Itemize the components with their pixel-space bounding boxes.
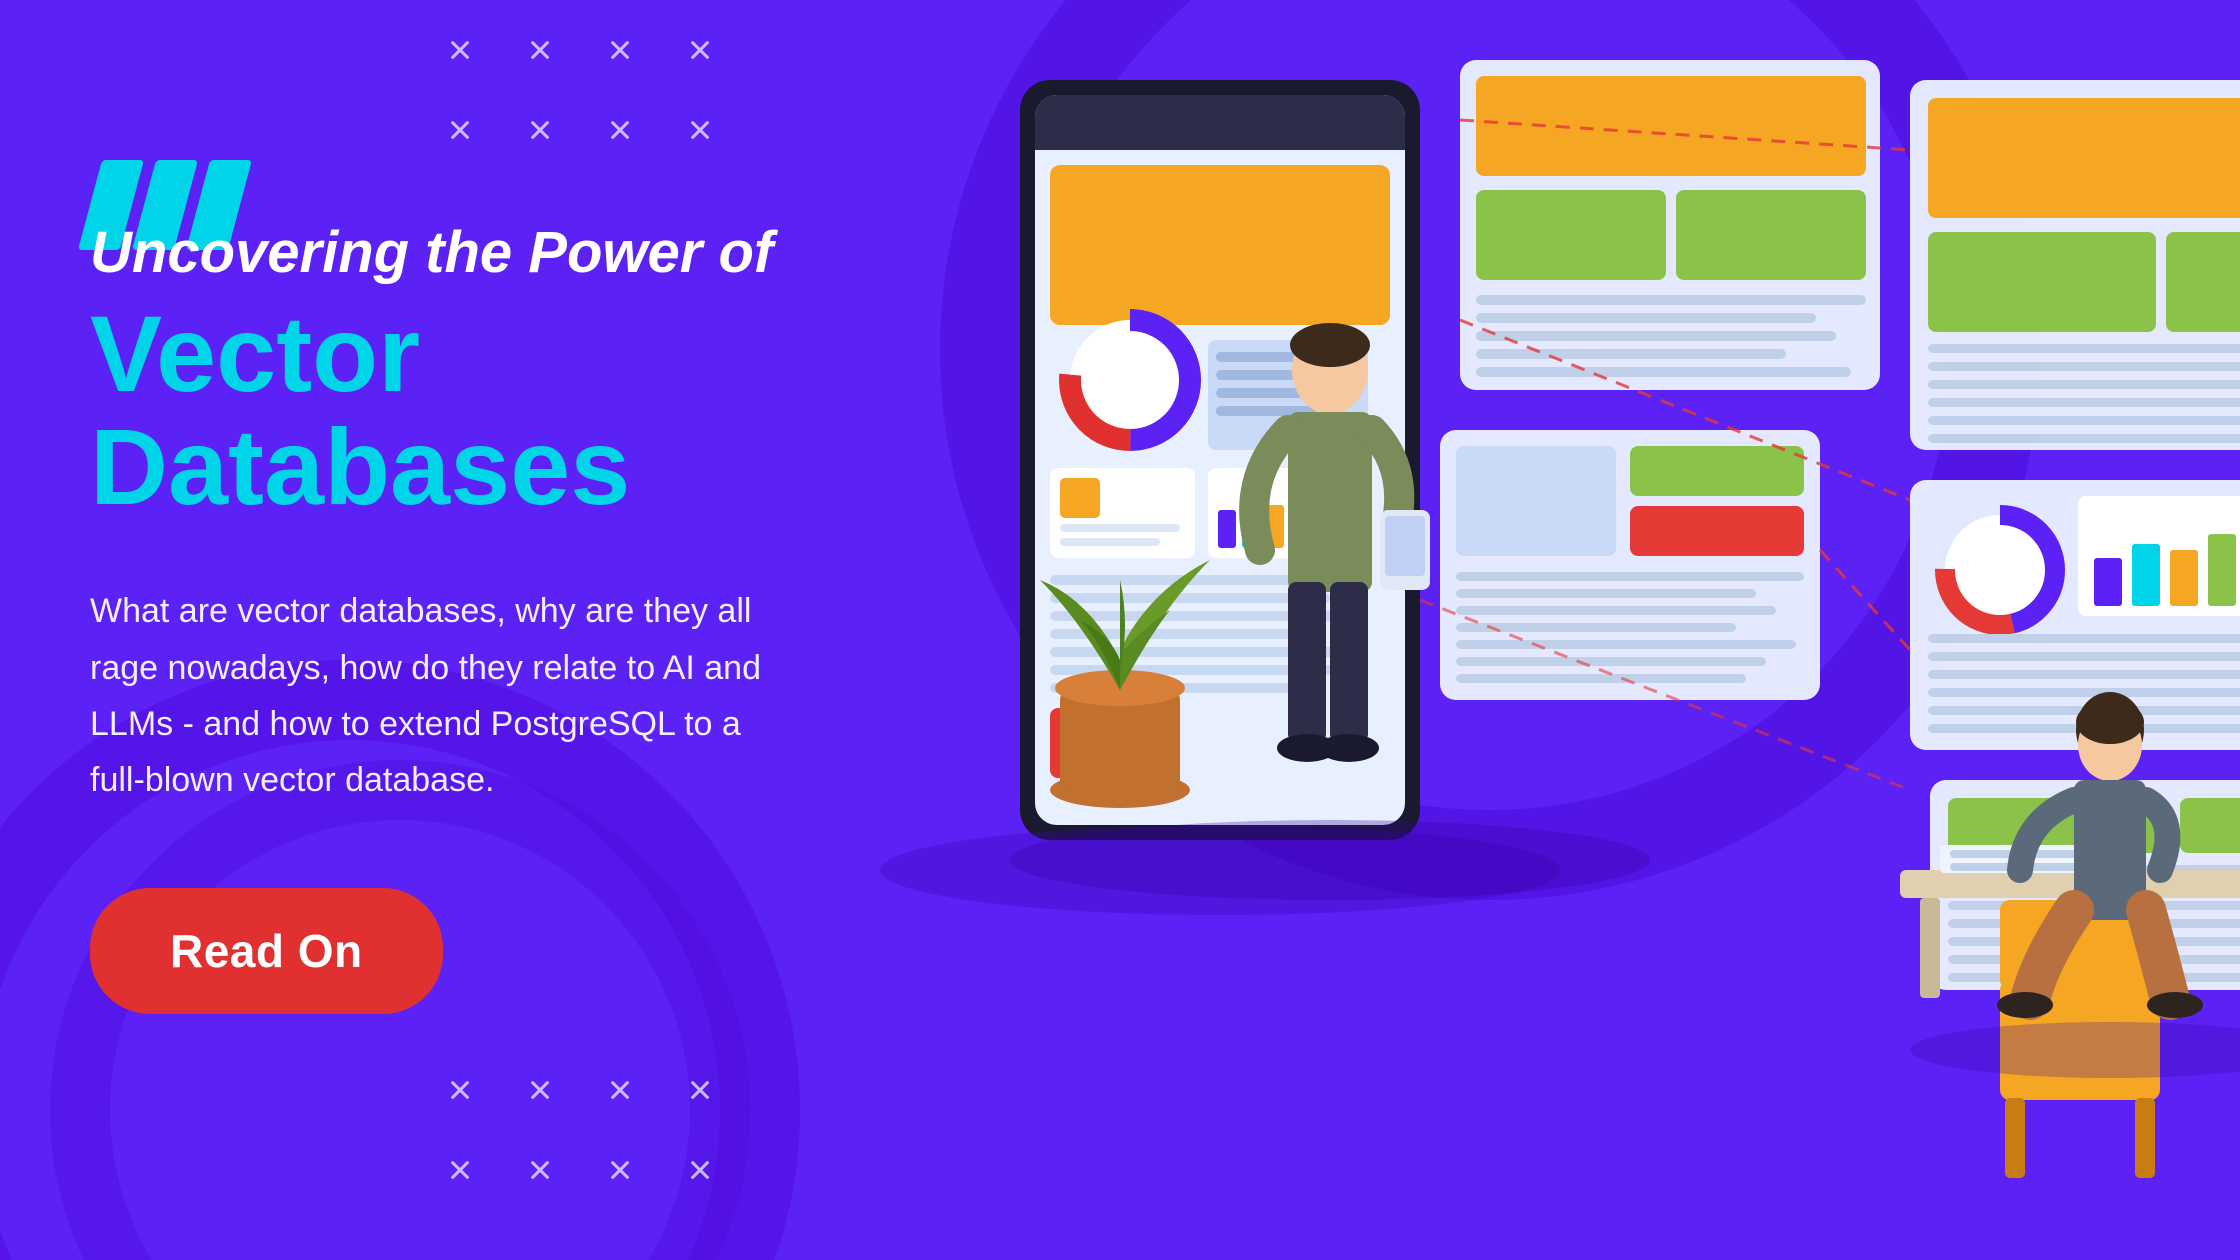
left-content: Uncovering the Power of Vector Databases… — [90, 220, 850, 1014]
description: What are vector databases, why are they … — [90, 583, 770, 807]
subtitle: Uncovering the Power of — [90, 220, 850, 287]
main-title: Vector Databases — [90, 297, 850, 524]
hero-section: × × × × × × × × × × × × × × × × Uncoveri… — [0, 0, 2240, 1260]
x-pattern-top: × × × × × × × × — [430, 20, 730, 160]
right-illustration — [840, 0, 2240, 1260]
read-on-button[interactable]: Read On — [90, 888, 443, 1014]
illustration-svg — [840, 0, 2240, 1260]
x-pattern-bottom: × × × × × × × × — [430, 1060, 730, 1200]
